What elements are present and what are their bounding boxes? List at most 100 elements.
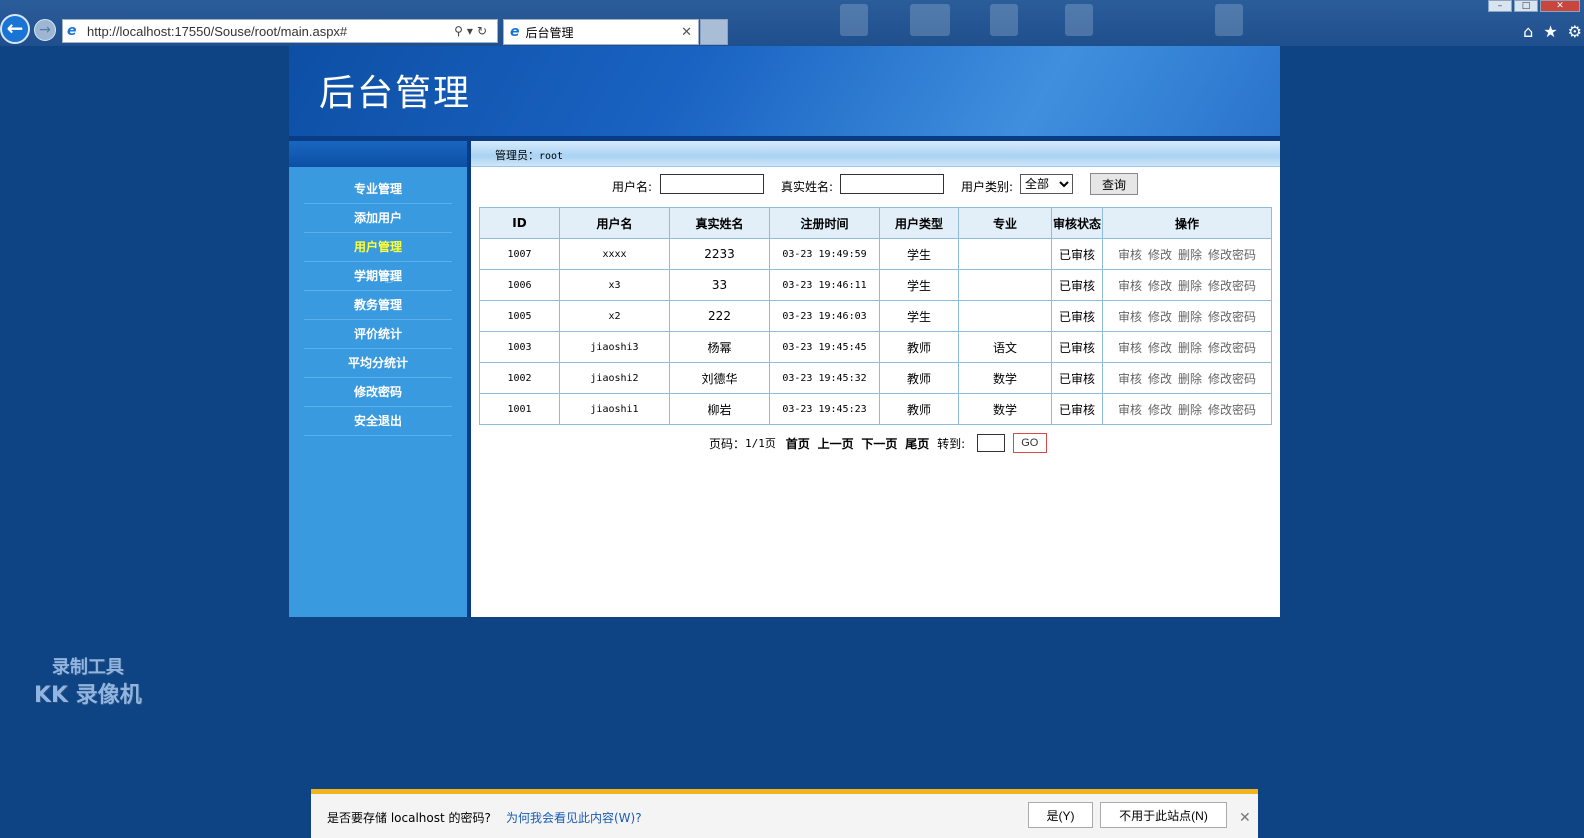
query-button[interactable]: 查询: [1090, 173, 1138, 195]
delete-link[interactable]: 删除: [1178, 403, 1202, 417]
back-button[interactable]: ←: [0, 14, 30, 44]
table-row: 1005 x2 222 03-23 19:46:03 学生 已审核 审核 修改 删除 修改密码: [479, 300, 1272, 332]
review-link[interactable]: 审核: [1118, 341, 1142, 355]
why-link[interactable]: 为何我会看见此内容(W)?: [506, 809, 642, 826]
sidebar-item-average-stats[interactable]: 平均分统计: [304, 349, 452, 378]
sidebar-item-academic-management[interactable]: 教务管理: [304, 291, 452, 320]
col-major: 专业: [958, 207, 1052, 239]
sidebar-item-change-password[interactable]: 修改密码: [304, 378, 452, 407]
home-icon[interactable]: ⌂: [1523, 22, 1533, 41]
edit-link[interactable]: 修改: [1148, 279, 1172, 293]
goto-page-input[interactable]: [976, 434, 1005, 452]
cell-user-type: 学生: [879, 269, 959, 301]
cell-reg-time: 03-23 19:46:03: [769, 300, 880, 332]
table-row: 1002 jiaoshi2 刘德华 03-23 19:45:32 教师 数学 已审核 审核 修改…: [479, 362, 1272, 394]
review-link[interactable]: 审核: [1118, 310, 1142, 324]
cell-username: xxxx: [559, 238, 670, 270]
edit-link[interactable]: 修改: [1148, 403, 1172, 417]
user-table: ID 用户名 真实姓名 注册时间 用户类型 专业 审核状态 操作 1007 xxx…: [479, 207, 1272, 425]
edit-link[interactable]: 修改: [1148, 248, 1172, 262]
close-icon[interactable]: ✕: [1239, 810, 1251, 826]
yes-button[interactable]: 是(Y): [1028, 802, 1093, 828]
cell-id: 1002: [479, 362, 560, 394]
cell-reg-time: 03-23 19:45:45: [769, 331, 880, 363]
maximize-icon[interactable]: □: [1514, 0, 1538, 12]
change-password-link[interactable]: 修改密码: [1208, 341, 1256, 355]
table-header-row: ID 用户名 真实姓名 注册时间 用户类型 专业 审核状态 操作: [479, 207, 1272, 239]
user-type-label: 用户类别:: [961, 180, 1014, 194]
watermark-line1: 录制工具: [51, 657, 124, 678]
close-tab-icon[interactable]: ✕: [681, 25, 692, 40]
edit-link[interactable]: 修改: [1148, 310, 1172, 324]
address-url[interactable]: http://localhost:17550/Souse/root/main.a…: [87, 24, 347, 39]
cell-status: 已审核: [1051, 238, 1103, 270]
close-window-icon[interactable]: ✕: [1540, 0, 1580, 12]
edit-link[interactable]: 修改: [1148, 341, 1172, 355]
browser-tab[interactable]: e 后台管理 ✕: [503, 19, 699, 45]
change-password-link[interactable]: 修改密码: [1208, 279, 1256, 293]
never-for-site-button[interactable]: 不用于此站点(N): [1100, 802, 1227, 828]
sidebar-header: [289, 141, 467, 167]
sidebar-item-logout[interactable]: 安全退出: [304, 407, 452, 436]
forward-button[interactable]: →: [34, 19, 56, 41]
browser-chrome: ← → e http://localhost:17550/Souse/root/…: [0, 0, 1584, 46]
password-save-bar: 是否要存储 localhost 的密码? 为何我会看见此内容(W)? 是(Y) …: [311, 789, 1258, 838]
gear-icon[interactable]: ⚙: [1568, 22, 1582, 41]
sidebar-item-user-management[interactable]: 用户管理: [304, 233, 452, 262]
sidebar-item-major-management[interactable]: 专业管理: [304, 175, 452, 204]
change-password-link[interactable]: 修改密码: [1208, 403, 1256, 417]
cell-actions: 审核 修改 删除 修改密码: [1102, 393, 1272, 425]
review-link[interactable]: 审核: [1118, 279, 1142, 293]
realname-input[interactable]: [840, 174, 944, 194]
admin-label-text: 管理员：: [495, 149, 539, 162]
delete-link[interactable]: 删除: [1178, 310, 1202, 324]
sidebar-item-add-user[interactable]: 添加用户: [304, 204, 452, 233]
ie-icon: e: [67, 23, 77, 39]
first-page-link[interactable]: 首页: [786, 435, 810, 452]
refresh-icon[interactable]: ↻: [477, 24, 491, 38]
minimize-icon[interactable]: –: [1488, 0, 1512, 12]
desktop-icon: [910, 4, 950, 36]
username-input[interactable]: [660, 174, 764, 194]
cell-major: 数学: [958, 362, 1052, 394]
delete-link[interactable]: 删除: [1178, 248, 1202, 262]
watermark-line2: KK 录像机: [34, 683, 142, 708]
star-icon[interactable]: ★: [1543, 22, 1557, 41]
username-label: 用户名:: [612, 180, 653, 194]
review-link[interactable]: 审核: [1118, 248, 1142, 262]
delete-link[interactable]: 删除: [1178, 372, 1202, 386]
cell-user-type: 学生: [879, 238, 959, 270]
search-icon[interactable]: ⚲: [454, 24, 467, 38]
cell-user-type: 教师: [879, 362, 959, 394]
col-username: 用户名: [559, 207, 670, 239]
change-password-link[interactable]: 修改密码: [1208, 248, 1256, 262]
table-row: 1003 jiaoshi3 杨幂 03-23 19:45:45 教师 语文 已审核 审核 修改删…: [479, 331, 1272, 363]
address-bar[interactable]: e http://localhost:17550/Souse/root/main…: [62, 19, 498, 43]
cell-id: 1005: [479, 300, 560, 332]
delete-link[interactable]: 删除: [1178, 341, 1202, 355]
address-tools: ⚲▾↻: [454, 24, 491, 38]
table-row: 1006 x3 33 03-23 19:46:11 学生 已审核 审核 修改 删除 修改密码: [479, 269, 1272, 301]
change-password-link[interactable]: 修改密码: [1208, 372, 1256, 386]
user-type-select[interactable]: 全部: [1020, 174, 1073, 194]
go-button[interactable]: GO: [1012, 433, 1047, 453]
review-link[interactable]: 审核: [1118, 372, 1142, 386]
delete-link[interactable]: 删除: [1178, 279, 1202, 293]
cell-status: 已审核: [1051, 331, 1103, 363]
last-page-link[interactable]: 尾页: [905, 435, 929, 452]
edit-link[interactable]: 修改: [1148, 372, 1172, 386]
cell-major: [958, 269, 1052, 301]
new-tab-button[interactable]: [700, 19, 728, 45]
page-label: 页码：: [709, 436, 746, 451]
change-password-link[interactable]: 修改密码: [1208, 310, 1256, 324]
cell-id: 1001: [479, 393, 560, 425]
prev-page-link[interactable]: 上一页: [818, 435, 854, 452]
review-link[interactable]: 审核: [1118, 403, 1142, 417]
cell-id: 1006: [479, 269, 560, 301]
sidebar-item-semester-management[interactable]: 学期管理: [304, 262, 452, 291]
next-page-link[interactable]: 下一页: [861, 435, 897, 452]
sidebar-item-evaluation-stats[interactable]: 评价统计: [304, 320, 452, 349]
ie-icon: e: [510, 24, 520, 40]
dropdown-icon[interactable]: ▾: [467, 24, 477, 38]
cell-user-type: 教师: [879, 393, 959, 425]
